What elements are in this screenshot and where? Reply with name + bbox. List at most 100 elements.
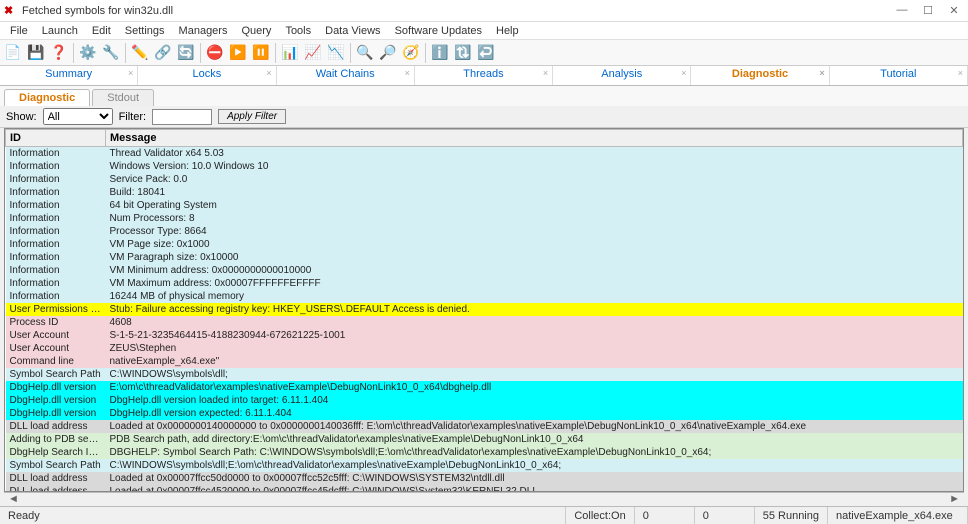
table-row[interactable]: Information16244 MB of physical memory: [6, 290, 963, 303]
toolbar-button-13[interactable]: 📉: [325, 42, 347, 64]
cell-id: Information: [6, 160, 106, 173]
menu-file[interactable]: File: [4, 24, 34, 38]
toolbar-button-5[interactable]: ✏️: [129, 42, 151, 64]
table-row[interactable]: InformationThread Validator x64 5.03: [6, 147, 963, 161]
status-running: 55 Running: [755, 507, 828, 524]
apply-filter-button[interactable]: Apply Filter: [218, 109, 286, 124]
tab-close-icon[interactable]: ×: [958, 68, 963, 78]
table-row[interactable]: DLL load addressLoaded at 0x00007ffcc452…: [6, 485, 963, 492]
table-row[interactable]: DbgHelp.dll versionE:\om\c\threadValidat…: [6, 381, 963, 394]
table-row[interactable]: InformationVM Paragraph size: 0x10000: [6, 251, 963, 264]
table-row[interactable]: Process ID4608: [6, 316, 963, 329]
tab-close-icon[interactable]: ×: [543, 68, 548, 78]
toolbar-button-3[interactable]: ⚙️: [77, 42, 99, 64]
toolbar-button-15[interactable]: 🔎: [377, 42, 399, 64]
toolbar-button-0[interactable]: 📄: [2, 42, 24, 64]
tab-close-icon[interactable]: ×: [819, 68, 824, 78]
table-row[interactable]: Adding to PDB search pathPDB Search path…: [6, 433, 963, 446]
show-select[interactable]: All: [43, 108, 113, 125]
menu-settings[interactable]: Settings: [119, 24, 171, 38]
close-button[interactable]: ✕: [948, 4, 960, 17]
table-row[interactable]: InformationProcessor Type: 8664: [6, 225, 963, 238]
toolbar-button-8[interactable]: ⛔: [204, 42, 226, 64]
status-count2: 0: [695, 507, 755, 524]
filter-input[interactable]: [152, 109, 212, 125]
table-row[interactable]: DLL load addressLoaded at 0x000000014000…: [6, 420, 963, 433]
tab-close-icon[interactable]: ×: [405, 68, 410, 78]
menu-software-updates[interactable]: Software Updates: [389, 24, 488, 38]
tab-wait-chains[interactable]: Wait Chains×: [277, 66, 415, 85]
toolbar-button-2[interactable]: ❓: [48, 42, 70, 64]
table-row[interactable]: InformationVM Maximum address: 0x00007FF…: [6, 277, 963, 290]
column-id[interactable]: ID: [6, 130, 106, 147]
table-row[interactable]: User AccountS-1-5-21-3235464415-41882309…: [6, 329, 963, 342]
menu-help[interactable]: Help: [490, 24, 525, 38]
table-row[interactable]: DbgHelp.dll versionDbgHelp.dll version e…: [6, 407, 963, 420]
table-row[interactable]: DbgHelp Search InfoDBGHELP: Symbol Searc…: [6, 446, 963, 459]
cell-message: DbgHelp.dll version loaded into target: …: [106, 394, 963, 407]
toolbar: 📄💾❓ ⚙️🔧 ✏️🔗🔄 ⛔▶️⏸️ 📊📈📉 🔍🔎🧭 ℹ️🔃↩️: [0, 40, 968, 66]
cell-message: E:\om\c\threadValidator\examples\nativeE…: [106, 381, 963, 394]
tab-close-icon[interactable]: ×: [266, 68, 271, 78]
table-row[interactable]: InformationWindows Version: 10.0 Windows…: [6, 160, 963, 173]
cell-message: Windows Version: 10.0 Windows 10: [106, 160, 963, 173]
tab-locks[interactable]: Locks ×: [138, 66, 276, 85]
tab-threads[interactable]: Threads×: [415, 66, 553, 85]
menu-managers[interactable]: Managers: [173, 24, 234, 38]
toolbar-button-14[interactable]: 🔍: [354, 42, 376, 64]
toolbar-button-6[interactable]: 🔗: [152, 42, 174, 64]
menu-launch[interactable]: Launch: [36, 24, 84, 38]
toolbar-button-4[interactable]: 🔧: [100, 42, 122, 64]
subtab-diagnostic[interactable]: Diagnostic: [4, 89, 90, 106]
tab-analysis[interactable]: Analysis×: [553, 66, 691, 85]
toolbar-button-18[interactable]: 🔃: [452, 42, 474, 64]
toolbar-button-19[interactable]: ↩️: [475, 42, 497, 64]
table-row[interactable]: Information64 bit Operating System: [6, 199, 963, 212]
horizontal-scroll[interactable]: ◄►: [4, 492, 964, 506]
table-row[interactable]: Symbol Search PathC:\WINDOWS\symbols\dll…: [6, 368, 963, 381]
table-row[interactable]: InformationVM Minimum address: 0x0000000…: [6, 264, 963, 277]
toolbar-button-11[interactable]: 📊: [279, 42, 301, 64]
table-row[interactable]: InformationBuild: 18041: [6, 186, 963, 199]
minimize-button[interactable]: —: [896, 4, 908, 17]
maximize-button[interactable]: ☐: [922, 4, 934, 17]
tab-tutorial[interactable]: Tutorial×: [830, 66, 968, 85]
toolbar-button-10[interactable]: ⏸️: [250, 42, 272, 64]
table-row[interactable]: InformationService Pack: 0.0: [6, 173, 963, 186]
table-row[interactable]: InformationVM Page size: 0x1000: [6, 238, 963, 251]
tab-diagnostic[interactable]: Diagnostic ×: [691, 66, 829, 85]
tab-summary[interactable]: Summary×: [0, 66, 138, 85]
cell-message: S-1-5-21-3235464415-4188230944-672621225…: [106, 329, 963, 342]
menu-query[interactable]: Query: [235, 24, 277, 38]
toolbar-button-1[interactable]: 💾: [25, 42, 47, 64]
cell-id: Information: [6, 290, 106, 303]
tab-label: Locks: [193, 68, 222, 80]
toolbar-button-17[interactable]: ℹ️: [429, 42, 451, 64]
menu-data-views[interactable]: Data Views: [319, 24, 386, 38]
status-exe: nativeExample_x64.exe: [828, 507, 968, 524]
table-row[interactable]: DbgHelp.dll versionDbgHelp.dll version l…: [6, 394, 963, 407]
cell-message: Loaded at 0x00007ffcc50d0000 to 0x00007f…: [106, 472, 963, 485]
table-row[interactable]: Command linenativeExample_x64.exe": [6, 355, 963, 368]
diagnostic-grid[interactable]: ID Message InformationThread Validator x…: [4, 128, 964, 492]
table-row[interactable]: User AccountZEUS\Stephen: [6, 342, 963, 355]
toolbar-button-16[interactable]: 🧭: [400, 42, 422, 64]
column-message[interactable]: Message: [106, 130, 963, 147]
toolbar-button-12[interactable]: 📈: [302, 42, 324, 64]
menu-edit[interactable]: Edit: [86, 24, 117, 38]
subtab-stdout[interactable]: Stdout: [92, 89, 154, 106]
tab-label: Diagnostic: [732, 68, 788, 80]
toolbar-separator: [73, 43, 74, 63]
filter-bar: Show: All Filter: Apply Filter: [0, 106, 968, 128]
table-row[interactable]: DLL load addressLoaded at 0x00007ffcc50d…: [6, 472, 963, 485]
menu-tools[interactable]: Tools: [279, 24, 317, 38]
toolbar-button-7[interactable]: 🔄: [175, 42, 197, 64]
toolbar-button-9[interactable]: ▶️: [227, 42, 249, 64]
tab-close-icon[interactable]: ×: [128, 68, 133, 78]
table-row[interactable]: InformationNum Processors: 8: [6, 212, 963, 225]
tab-close-icon[interactable]: ×: [681, 68, 686, 78]
cell-message: DbgHelp.dll version expected: 6.11.1.404: [106, 407, 963, 420]
cell-id: DLL load address: [6, 485, 106, 492]
table-row[interactable]: User Permissions failureStub: Failure ac…: [6, 303, 963, 316]
table-row[interactable]: Symbol Search PathC:\WINDOWS\symbols\dll…: [6, 459, 963, 472]
